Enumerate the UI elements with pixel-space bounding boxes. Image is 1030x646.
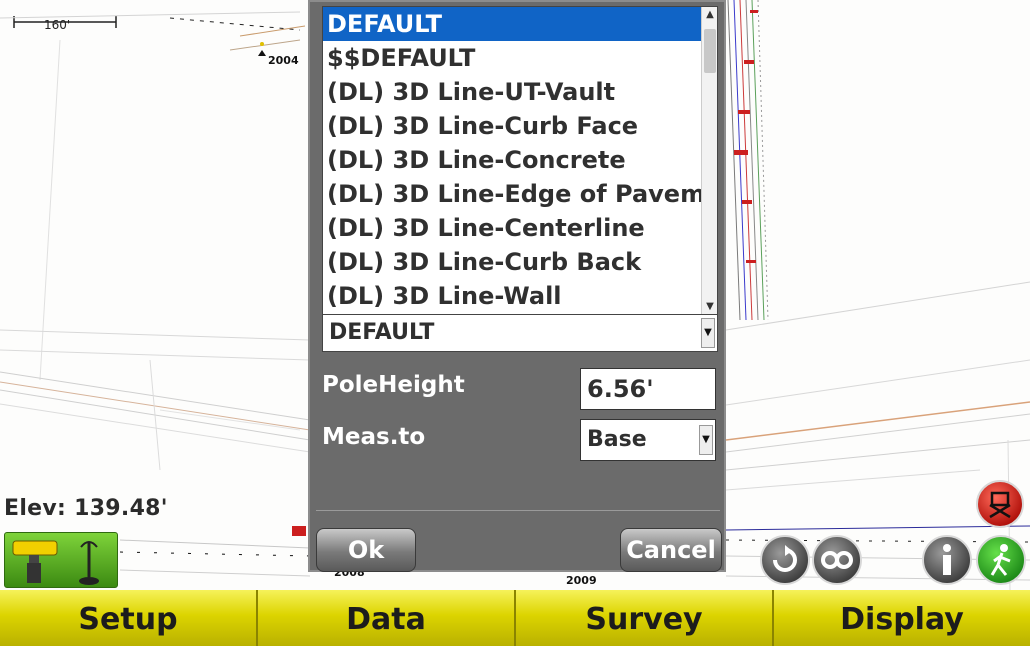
zoom-extents-icon (821, 551, 853, 569)
list-item[interactable]: $$DEFAULT (323, 41, 701, 75)
walk-mode-button[interactable] (976, 535, 1026, 585)
info-icon (943, 544, 951, 575)
pole-height-input[interactable]: 6.56' (580, 368, 716, 410)
feature-code-dialog: DEFAULT $$DEFAULT (DL) 3D Line-UT-Vault … (308, 0, 726, 572)
list-scrollbar[interactable]: ▲ ▼ (701, 7, 717, 315)
pole-height-label: PoleHeight (322, 372, 465, 398)
list-item[interactable]: (DL) 3D Line-Curb Back (323, 245, 701, 279)
list-item[interactable]: (DL) 3D Line-Curb Face (323, 109, 701, 143)
list-item[interactable]: DEFAULT (323, 7, 701, 41)
elevation-readout: Elev: 139.48' (4, 496, 168, 521)
stop-survey-button[interactable] (976, 480, 1024, 528)
scroll-down-icon[interactable]: ▼ (702, 299, 717, 315)
code-list[interactable]: DEFAULT $$DEFAULT (DL) 3D Line-UT-Vault … (322, 6, 718, 316)
list-item[interactable]: (DL) 3D Line-Wall (323, 279, 701, 313)
info-button[interactable] (922, 535, 972, 585)
gps-status-panel[interactable] (4, 532, 118, 588)
scale-bar-label: 160' (44, 18, 71, 32)
scroll-up-icon[interactable]: ▲ (702, 7, 717, 23)
code-combo[interactable]: DEFAULT ▼ (322, 314, 718, 352)
gps-receiver-icon (12, 540, 99, 585)
chevron-down-icon[interactable]: ▼ (701, 318, 715, 348)
setup-button[interactable]: Setup (0, 590, 258, 646)
meas-to-select[interactable]: Base ▼ (580, 419, 716, 461)
zoom-extents-button[interactable] (812, 535, 862, 585)
display-button[interactable]: Display (774, 590, 1030, 646)
stop-survey-icon (989, 491, 1011, 519)
walking-person-icon (990, 544, 1011, 576)
meas-to-label: Meas.to (322, 424, 426, 450)
list-item[interactable]: (DL) 3D Line-Centerline (323, 211, 701, 245)
main-menu-bar: Setup Data Survey Display (0, 590, 1030, 646)
chevron-down-icon[interactable]: ▼ (699, 425, 713, 455)
cancel-button[interactable]: Cancel (620, 528, 722, 572)
list-item[interactable]: (DL) 3D Line-Edge of Pavement (323, 177, 701, 211)
divider (316, 510, 720, 511)
station-label: 2009 (566, 574, 597, 587)
scrollbar-thumb[interactable] (704, 29, 716, 73)
meas-to-value: Base (587, 427, 647, 452)
rotate-icon (773, 545, 797, 572)
data-button[interactable]: Data (258, 590, 516, 646)
code-combo-value: DEFAULT (329, 320, 435, 345)
list-item[interactable]: (DL) 3D Line-Concrete (323, 143, 701, 177)
ok-button[interactable]: Ok (316, 528, 416, 572)
station-label: 2004 (268, 54, 299, 67)
list-item[interactable]: (DL) 3D Line-UT-Vault (323, 75, 701, 109)
survey-button[interactable]: Survey (516, 590, 774, 646)
rotate-button[interactable] (760, 535, 810, 585)
